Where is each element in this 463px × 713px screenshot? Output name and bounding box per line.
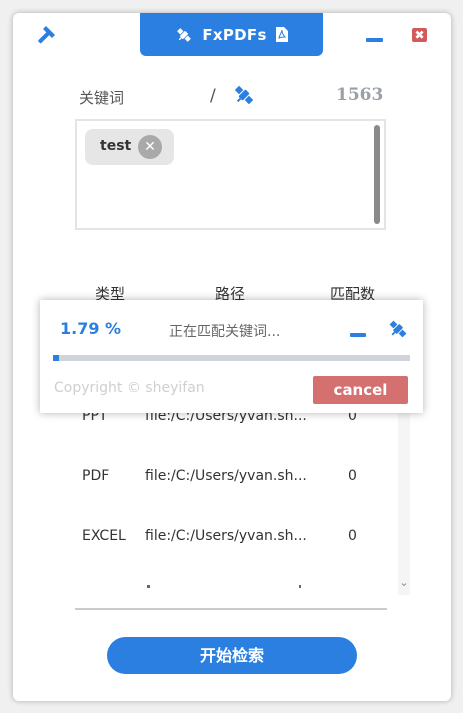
row-type: PDF [82,468,110,484]
remove-keyword-icon[interactable]: ✕ [138,135,162,159]
satellite-icon[interactable] [232,83,256,107]
keywords-separator: / [210,86,216,106]
file-count: 1563 [336,85,384,105]
close-icon: ✖ [414,28,425,42]
hammer-icon[interactable] [34,24,58,48]
table-scrollbar[interactable] [398,405,410,595]
start-search-button[interactable]: 开始检索 [107,637,357,674]
close-button[interactable]: ✖ [412,28,427,42]
clipped-text [299,585,301,588]
minimize-icon[interactable] [350,333,366,337]
copyright-text: Copyright © sheyifan [54,380,205,396]
satellite-icon[interactable] [387,318,409,340]
row-path[interactable]: file:/C:/Users/yvan.sh... [145,468,307,484]
cancel-button[interactable]: cancel [313,376,408,404]
row-count: 0 [348,528,357,544]
keyword-chip: test ✕ [85,129,174,165]
progress-status: 正在匹配关键词... [169,324,281,340]
app-title: FxPDFs [202,25,267,44]
minimize-button[interactable] [366,38,383,42]
progress-bar [53,355,410,361]
keywords-scrollbar[interactable] [374,125,380,224]
row-path[interactable]: file:/C:/Users/yvan.sh... [145,528,307,544]
progress-percent: 1.79 % [60,319,122,338]
progress-bar-fill [53,355,60,361]
progress-dialog: 1.79 % 正在匹配关键词... Copyright © sheyifan c… [40,300,423,413]
row-type: EXCEL [82,528,126,544]
scroll-down-icon[interactable]: ⌄ [398,576,410,590]
keyword-chip-label: test [100,138,132,154]
title-tab: FxPDFs [140,13,323,56]
clipped-text [147,585,150,588]
pdf-file-icon [275,27,288,42]
table-row-partial [75,583,395,589]
row-count: 0 [348,468,357,484]
keywords-input-box[interactable]: test ✕ [75,119,386,230]
divider [75,608,387,610]
satellite-icon [177,27,192,42]
keywords-label: 关键词 [79,89,125,107]
